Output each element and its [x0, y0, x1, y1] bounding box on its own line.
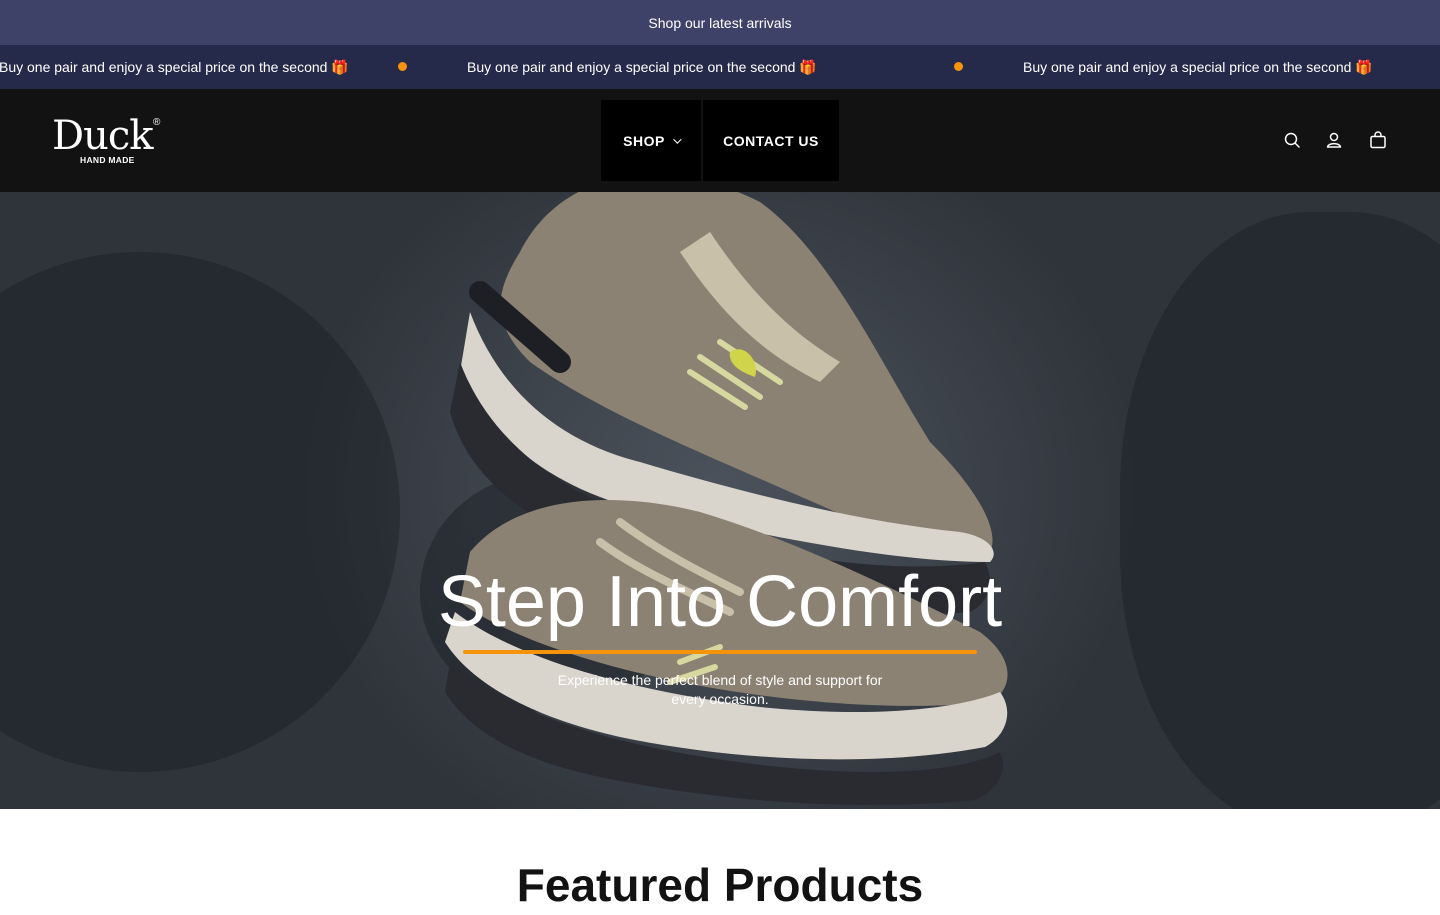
announcement-text[interactable]: Shop our latest arrivals — [648, 15, 791, 31]
search-icon[interactable] — [1281, 129, 1303, 151]
nav-item-shop[interactable]: Shop — [601, 100, 701, 181]
marquee-separator-dot — [954, 62, 963, 71]
logo-tagline: HAND MADE — [80, 155, 135, 165]
account-icon[interactable] — [1323, 129, 1345, 151]
marquee-message: Buy one pair and enjoy a special price o… — [0, 58, 349, 75]
hero-banner: Step Into Comfort Experience the perfect… — [0, 192, 1440, 809]
announcement-bar: Shop our latest arrivals — [0, 0, 1440, 45]
nav-item-contact-us[interactable]: Contact Us — [703, 100, 839, 181]
hero-subtitle: Experience the perfect blend of style an… — [557, 672, 883, 707]
promo-marquee: Buy one pair and enjoy a special price o… — [0, 45, 1440, 89]
chevron-down-icon — [673, 134, 682, 144]
marquee-message: Buy one pair and enjoy a special price o… — [467, 58, 817, 75]
logo-wordmark: Duck — [52, 113, 153, 159]
featured-products-heading: Featured Products — [516, 859, 924, 911]
logo-registered-mark: ® — [153, 117, 161, 128]
nav-item-label: Contact Us — [723, 132, 819, 149]
marquee-message: Buy one pair and enjoy a special price o… — [1023, 58, 1373, 75]
main-nav: Shop Contact Us — [601, 100, 839, 181]
hero-title-underline — [463, 650, 977, 654]
cart-icon[interactable] — [1367, 129, 1389, 151]
site-logo[interactable]: Duck ® HAND MADE — [52, 113, 160, 165]
hero-title: Step Into Comfort — [437, 562, 1003, 642]
site-header: Duck ® HAND MADE Shop Contact Us — [0, 89, 1440, 192]
hero-shoes-image — [445, 192, 1008, 806]
nav-item-label: Shop — [623, 132, 665, 149]
marquee-separator-dot — [398, 62, 407, 71]
